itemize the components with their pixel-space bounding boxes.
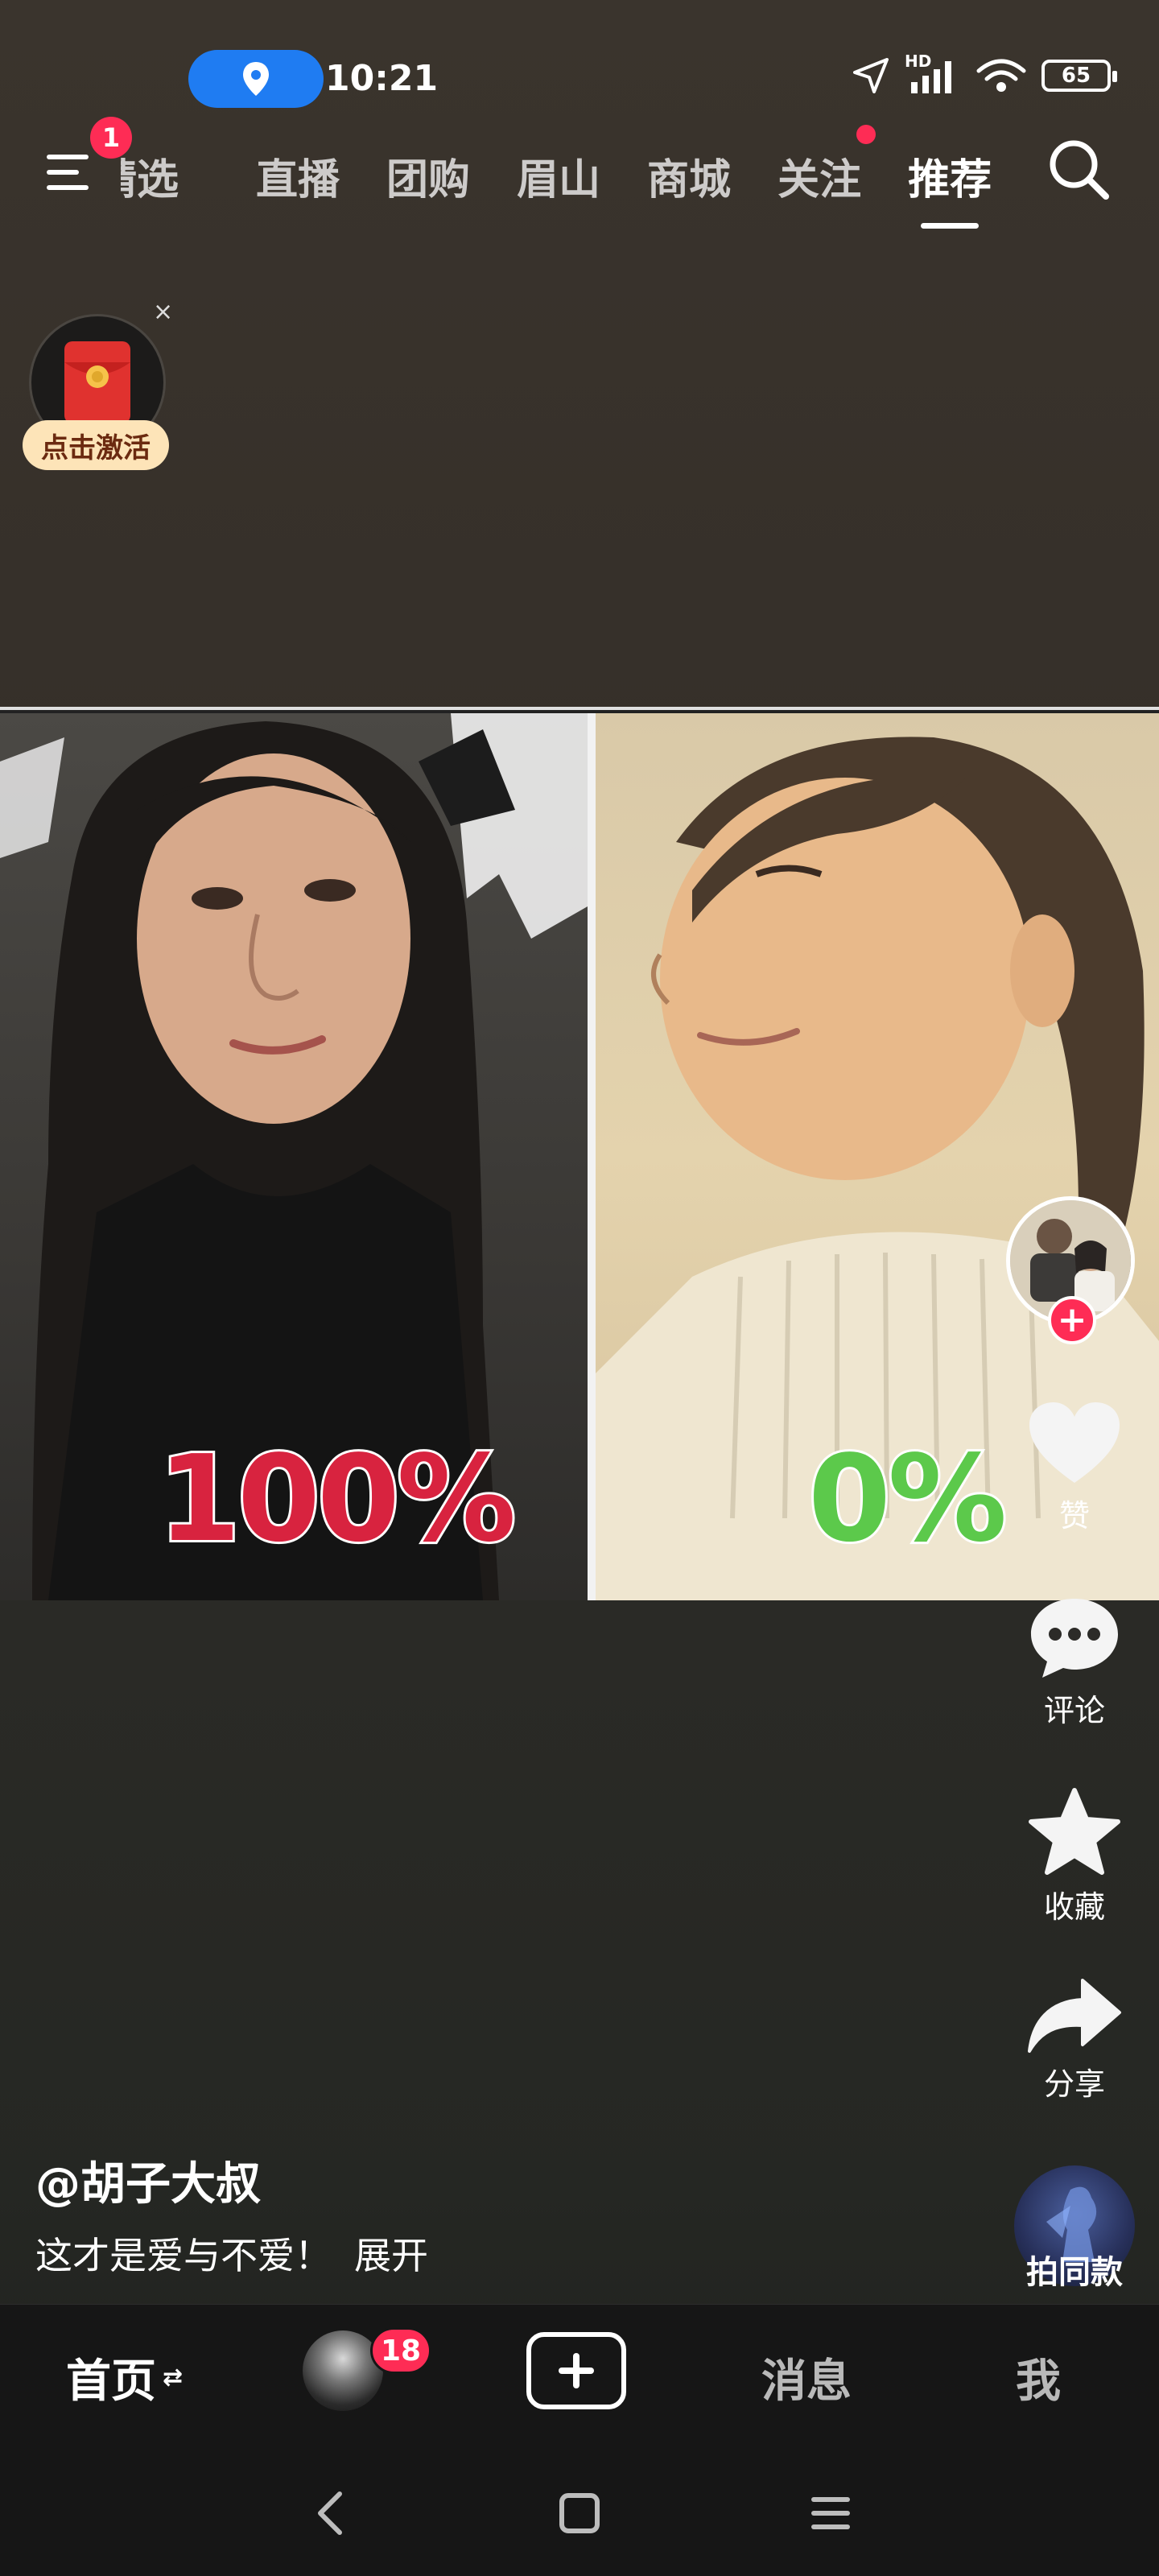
like-label: 赞 bbox=[1058, 1498, 1090, 1534]
cellular-signal: HD bbox=[905, 52, 961, 95]
tab-home[interactable]: 首页 ⇄ bbox=[66, 2345, 183, 2410]
tab-following[interactable]: 关注 bbox=[777, 146, 861, 206]
favorite-button[interactable]: 收藏 bbox=[1002, 1787, 1147, 1926]
video-divider bbox=[588, 713, 596, 1600]
expand-description-button[interactable]: 展开 bbox=[354, 2234, 428, 2277]
system-nav-bar bbox=[0, 2441, 1159, 2576]
red-packet-activate-label[interactable]: 点击激活 bbox=[23, 420, 169, 470]
tab-group-buy[interactable]: 团购 bbox=[386, 146, 470, 206]
same-style-label: 拍同款 bbox=[1026, 2254, 1123, 2291]
favorite-label: 收藏 bbox=[1043, 1889, 1105, 1925]
plus-icon bbox=[559, 2353, 594, 2388]
comment-bubble-icon bbox=[1031, 1599, 1118, 1678]
home-label: 首页 bbox=[66, 2355, 156, 2408]
star-icon bbox=[1029, 1788, 1120, 1875]
status-icons: HD 65 bbox=[852, 52, 1117, 95]
left-percent-label: 100% bbox=[155, 1427, 518, 1571]
location-pin-icon bbox=[243, 62, 269, 96]
video-left-panel: 100% bbox=[0, 713, 588, 1600]
wifi-icon bbox=[976, 59, 1026, 92]
tab-recommended[interactable]: 推荐 bbox=[908, 146, 992, 229]
creator-avatar-follow[interactable]: + bbox=[1006, 1196, 1135, 1344]
follow-plus-button[interactable]: + bbox=[1048, 1296, 1096, 1344]
share-label: 分享 bbox=[1043, 2066, 1105, 2102]
menu-button[interactable] bbox=[42, 143, 100, 201]
tab-mall[interactable]: 商城 bbox=[647, 146, 731, 206]
bottom-tab-bar: 首页 ⇄ 18 消息 我 bbox=[0, 2304, 1159, 2441]
home-square-icon bbox=[559, 2493, 600, 2533]
app-screen: 10:21 HD 65 选 直播 团购 眉山 商城 关注 推荐 1 点击激活 ×… bbox=[0, 0, 1159, 2576]
same-style-button[interactable]: 拍同款 bbox=[1002, 2165, 1147, 2291]
share-arrow-icon bbox=[1028, 1979, 1121, 2053]
red-packet-close-button[interactable]: × bbox=[153, 298, 173, 326]
system-home-button[interactable] bbox=[547, 2481, 612, 2545]
tab-featured[interactable]: 精选 bbox=[121, 146, 209, 206]
tab-live[interactable]: 直播 bbox=[256, 146, 340, 206]
location-pill[interactable] bbox=[188, 50, 324, 108]
video-description: 这才是爱与不爱！ 展开 bbox=[35, 2227, 428, 2280]
recents-lines-icon bbox=[811, 2497, 850, 2529]
system-recents-button[interactable] bbox=[798, 2481, 863, 2545]
following-new-dot bbox=[856, 125, 876, 144]
back-chevron-icon bbox=[318, 2491, 342, 2535]
video-player[interactable]: 100% 0% bbox=[0, 707, 1159, 1600]
tab-friends[interactable]: 18 bbox=[303, 2327, 432, 2411]
tab-messages[interactable]: 消息 bbox=[761, 2345, 852, 2410]
tab-local-city[interactable]: 眉山 bbox=[517, 146, 600, 206]
channel-tabs: 精选 直播 团购 眉山 商城 关注 推荐 bbox=[121, 143, 1038, 229]
share-button[interactable]: 分享 bbox=[1002, 1977, 1147, 2103]
search-icon bbox=[1050, 140, 1109, 200]
menu-notification-badge: 1 bbox=[90, 117, 132, 159]
red-packet-widget[interactable]: 点击激活 bbox=[23, 306, 184, 475]
hamburger-menu-icon bbox=[47, 155, 89, 190]
battery-indicator: 65 bbox=[1041, 60, 1117, 92]
refresh-swap-icon: ⇄ bbox=[163, 2363, 184, 2392]
comment-label: 评论 bbox=[1043, 1693, 1105, 1728]
author-name[interactable]: @胡子大叔 bbox=[35, 2148, 261, 2213]
red-envelope-icon bbox=[64, 341, 130, 423]
create-post-button[interactable] bbox=[526, 2332, 626, 2409]
comment-button[interactable]: 评论 bbox=[1002, 1594, 1147, 1730]
like-button[interactable]: 赞 bbox=[1002, 1399, 1147, 1535]
status-time: 10:21 bbox=[325, 58, 439, 99]
right-percent-label: 0% bbox=[806, 1427, 1009, 1571]
navigation-arrow-icon bbox=[853, 58, 889, 93]
search-button[interactable] bbox=[1045, 135, 1112, 203]
friends-count-badge: 18 bbox=[370, 2327, 432, 2374]
system-back-button[interactable] bbox=[298, 2481, 362, 2545]
description-text: 这才是爱与不爱！ bbox=[35, 2234, 332, 2277]
top-nav: 精选 直播 团购 眉山 商城 关注 推荐 bbox=[0, 129, 1159, 229]
signal-bars-icon bbox=[911, 61, 951, 93]
tab-me[interactable]: 我 bbox=[1016, 2345, 1061, 2410]
heart-icon bbox=[1029, 1402, 1120, 1483]
